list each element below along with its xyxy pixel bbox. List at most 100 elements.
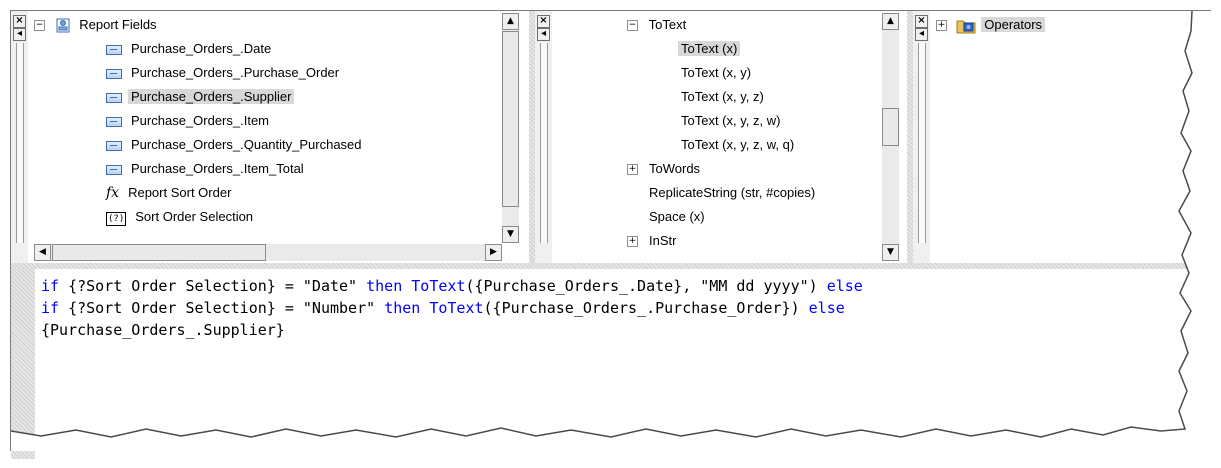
parameter-icon: (?) <box>106 212 127 226</box>
tree-root-operators[interactable]: + Operators <box>936 14 1046 36</box>
function-label: ToText (x, y, z, w) <box>681 113 781 128</box>
report-icon <box>56 18 70 33</box>
tree-item-function[interactable]: + InStr <box>627 230 679 252</box>
code-line: if {?Sort Order Selection} = "Number" th… <box>41 297 845 319</box>
database-field-icon <box>106 68 122 79</box>
tree-item-function[interactable]: ToText (x, y, z) <box>678 86 767 108</box>
tree-item-function[interactable]: ToText (x, y, z, w, q) <box>678 134 797 156</box>
function-label: Space (x) <box>649 209 705 224</box>
expand-icon[interactable]: + <box>936 20 947 32</box>
scroll-right-icon[interactable]: ▶ <box>485 244 502 261</box>
tree-item-label: Purchase_Orders_.Item <box>131 113 270 128</box>
code-token: "Number" <box>302 299 376 317</box>
fields-horizontal-scrollbar[interactable]: ◀ ▶ <box>34 244 502 261</box>
code-token: "Date" <box>302 277 358 295</box>
operators-pane: × ◂ + Operators <box>913 11 1211 263</box>
code-token: {Purchase_Orders_.Supplier} <box>41 321 285 339</box>
keyword-token: else <box>826 277 863 295</box>
functions-vertical-scrollbar[interactable]: ▲ ▼ <box>882 13 899 261</box>
database-field-icon <box>106 92 122 103</box>
database-field-icon <box>106 140 122 151</box>
scroll-up-icon[interactable]: ▲ <box>502 13 519 30</box>
function-label: ReplicateString (str, #copies) <box>649 185 816 200</box>
pane-resize-handle[interactable] <box>540 43 548 243</box>
keyword-token: else <box>808 299 845 317</box>
operators-folder-icon <box>956 20 976 34</box>
function-token: ToText <box>429 299 484 317</box>
editor-gutter <box>11 269 35 459</box>
function-label: ToText (x, y) <box>681 65 752 80</box>
scroll-down-icon[interactable]: ▼ <box>502 226 519 243</box>
tree-item-field[interactable]: Purchase_Orders_.Supplier <box>106 86 295 108</box>
fields-vertical-scrollbar[interactable]: ▲ ▼ <box>502 13 519 243</box>
code-token: ({Purchase_Orders_.Date}, "MM dd yyyy") <box>465 277 827 295</box>
close-pane-icon[interactable]: × <box>537 15 550 28</box>
operators-label: Operators <box>981 17 1046 32</box>
tree-item-function[interactable]: ToText (x) <box>678 38 741 60</box>
tree-item-field[interactable]: Purchase_Orders_.Quantity_Purchased <box>106 134 365 156</box>
tree-item-label: Report Sort Order <box>128 185 232 200</box>
keyword-token: then <box>366 277 403 295</box>
scroll-left-icon[interactable]: ◀ <box>34 244 51 261</box>
scroll-thumb[interactable] <box>502 31 519 207</box>
function-token: ToText <box>411 277 466 295</box>
tree-item-label: Purchase_Orders_.Item_Total <box>131 161 304 176</box>
tree-group-totext[interactable]: − ToText <box>627 14 689 36</box>
hscroll-thumb[interactable] <box>52 244 266 261</box>
tree-item-field[interactable]: Purchase_Orders_.Item <box>106 110 272 132</box>
tree-item-field[interactable]: fx Report Sort Order <box>106 182 234 204</box>
keyword-token: if <box>41 277 60 295</box>
code-line: {Purchase_Orders_.Supplier} <box>41 319 285 341</box>
formula-icon: fx <box>106 185 120 201</box>
pane-sidebar: × ◂ <box>535 11 552 263</box>
scroll-up-icon[interactable]: ▲ <box>882 13 899 30</box>
close-pane-icon[interactable]: × <box>13 15 26 28</box>
tree-item-label: Sort Order Selection <box>135 209 254 224</box>
tree-item-field[interactable]: (?) Sort Order Selection <box>106 206 256 228</box>
tree-item-function[interactable]: ToText (x, y) <box>678 62 754 84</box>
tree-item-field[interactable]: Purchase_Orders_.Item_Total <box>106 158 307 180</box>
database-field-icon <box>106 116 122 127</box>
pane-sidebar: × ◂ <box>913 11 930 263</box>
collapse-icon[interactable]: − <box>34 20 45 32</box>
function-label: InStr <box>649 233 677 248</box>
expand-icon[interactable]: + <box>627 164 638 176</box>
formula-editor[interactable]: if {?Sort Order Selection} = "Date" then… <box>11 269 1211 459</box>
pane-resize-handle[interactable] <box>16 43 24 243</box>
tree-item-label: Purchase_Orders_.Quantity_Purchased <box>131 137 362 152</box>
tree-root-label: Report Fields <box>79 17 157 32</box>
tree-item-field[interactable]: Purchase_Orders_.Purchase_Order <box>106 62 342 84</box>
tree-item-label: Purchase_Orders_.Purchase_Order <box>131 65 340 80</box>
collapse-pane-icon[interactable]: ◂ <box>13 28 26 41</box>
tree-group-label: ToText <box>648 17 687 32</box>
collapse-pane-icon[interactable]: ◂ <box>537 28 550 41</box>
tree-item-function[interactable]: ToText (x, y, z, w) <box>678 110 783 132</box>
database-field-icon <box>106 164 122 175</box>
tree-item-label: Purchase_Orders_.Date <box>131 41 272 56</box>
functions-pane: × ◂ − ToText ▲ ▼ ToText (x) ToText (x, y)… <box>535 11 907 263</box>
database-field-icon <box>106 44 122 55</box>
expand-icon[interactable]: + <box>627 236 638 248</box>
keyword-token: if <box>41 299 60 317</box>
close-pane-icon[interactable]: × <box>915 15 928 28</box>
code-line: if {?Sort Order Selection} = "Date" then… <box>41 275 863 297</box>
tree-item-function[interactable]: +ReplicateString (str, #copies) <box>627 182 818 204</box>
function-label: ToText (x, y, z, w, q) <box>681 137 795 152</box>
tree-item-function[interactable]: +Space (x) <box>627 206 708 228</box>
function-label: ToText (x) <box>678 41 741 56</box>
scroll-down-icon[interactable]: ▼ <box>882 244 899 261</box>
pane-resize-handle[interactable] <box>918 43 926 243</box>
formula-workshop: × ◂ − Report Fields ▲ ▼ ◀ ▶ Purchase_Ord… <box>10 10 1211 459</box>
tree-root-report-fields[interactable]: − Report Fields <box>34 14 160 36</box>
tree-item-field[interactable]: Purchase_Orders_.Date <box>106 38 274 60</box>
tree-item-function[interactable]: + ToWords <box>627 158 703 180</box>
collapse-pane-icon[interactable]: ◂ <box>915 28 928 41</box>
function-label: ToWords <box>649 161 701 176</box>
scroll-thumb[interactable] <box>882 108 899 146</box>
collapse-icon[interactable]: − <box>627 20 638 32</box>
pane-sidebar: × ◂ <box>11 11 28 263</box>
